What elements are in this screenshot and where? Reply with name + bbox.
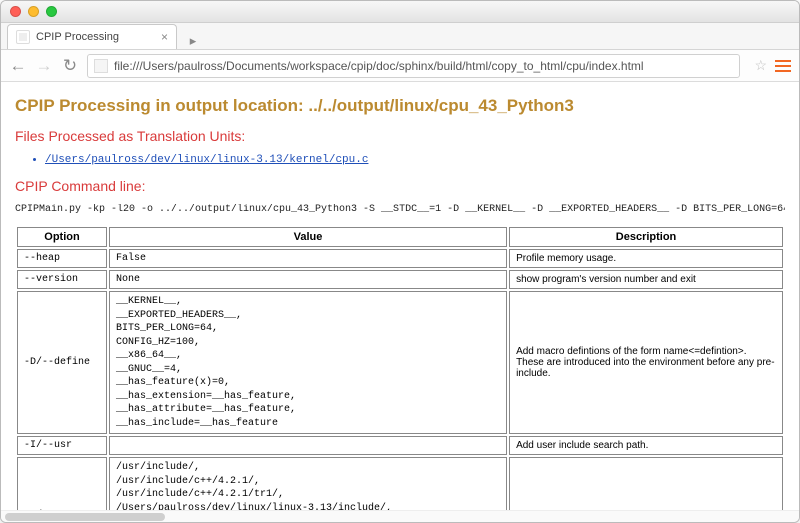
close-tab-icon[interactable]: × [155,30,168,44]
browser-window: CPIP Processing × ▸ ← → ↻ file:///Users/… [0,0,800,523]
mac-titlebar [1,1,799,23]
cell-option: -J/--sys [17,457,107,510]
table-row: -J/--sys /usr/include/, /usr/include/c++… [17,457,783,510]
cell-option: --heap [17,249,107,268]
reload-button[interactable]: ↻ [61,57,79,74]
command-line: CPIPMain.py -kp -l20 -o ../../output/lin… [15,204,785,215]
cell-value: __KERNEL__, __EXPORTED_HEADERS__, BITS_P… [109,291,507,434]
cell-description: Add system include search path. [509,457,783,510]
zoom-window-button[interactable] [46,6,57,17]
table-row: --heap False Profile memory usage. [17,249,783,268]
back-button[interactable]: ← [9,57,27,74]
table-header-row: Option Value Description [17,227,783,247]
url-text: file:///Users/paulross/Documents/workspa… [114,59,644,73]
cell-description: Profile memory usage. [509,249,783,268]
browser-tab[interactable]: CPIP Processing × [7,24,177,49]
cell-option: --version [17,270,107,289]
table-row: -D/--define __KERNEL__, __EXPORTED_HEADE… [17,291,783,434]
forward-button[interactable]: → [35,57,53,74]
minimize-window-button[interactable] [28,6,39,17]
options-table: Option Value Description --heap False Pr… [15,225,785,510]
col-option: Option [17,227,107,247]
files-list: /Users/paulross/dev/linux/linux-3.13/ker… [33,154,785,166]
cell-option: -I/--usr [17,436,107,455]
cell-value [109,436,507,455]
cell-option: -D/--define [17,291,107,434]
page-content: CPIP Processing in output location: ../.… [1,82,799,510]
table-row: -I/--usr Add user include search path. [17,436,783,455]
cell-description: show program's version number and exit [509,270,783,289]
traffic-lights [10,6,57,17]
new-tab-button[interactable]: ▸ [183,33,203,49]
address-bar[interactable]: file:///Users/paulross/Documents/workspa… [87,54,740,78]
tab-strip: CPIP Processing × ▸ [1,23,799,50]
browser-toolbar: ← → ↻ file:///Users/paulross/Documents/w… [1,50,799,82]
page-title: CPIP Processing in output location: ../.… [15,96,785,116]
files-heading: Files Processed as Translation Units: [15,128,785,144]
cell-value: /usr/include/, /usr/include/c++/4.2.1/, … [109,457,507,510]
hamburger-menu-icon[interactable] [775,60,791,72]
bookmark-star-icon[interactable]: ☆ [754,57,767,74]
favicon-icon [16,30,30,44]
col-value: Value [109,227,507,247]
cell-value: False [109,249,507,268]
horizontal-scrollbar[interactable] [1,510,799,522]
close-window-button[interactable] [10,6,21,17]
cell-value: None [109,270,507,289]
table-row: --version None show program's version nu… [17,270,783,289]
cell-description: Add user include search path. [509,436,783,455]
scrollbar-thumb[interactable] [5,513,165,521]
page-icon [94,59,108,73]
cell-description: Add macro defintions of the form name<=d… [509,291,783,434]
file-link[interactable]: /Users/paulross/dev/linux/linux-3.13/ker… [45,154,785,166]
col-description: Description [509,227,783,247]
cmd-heading: CPIP Command line: [15,178,785,194]
tab-title: CPIP Processing [36,31,155,43]
